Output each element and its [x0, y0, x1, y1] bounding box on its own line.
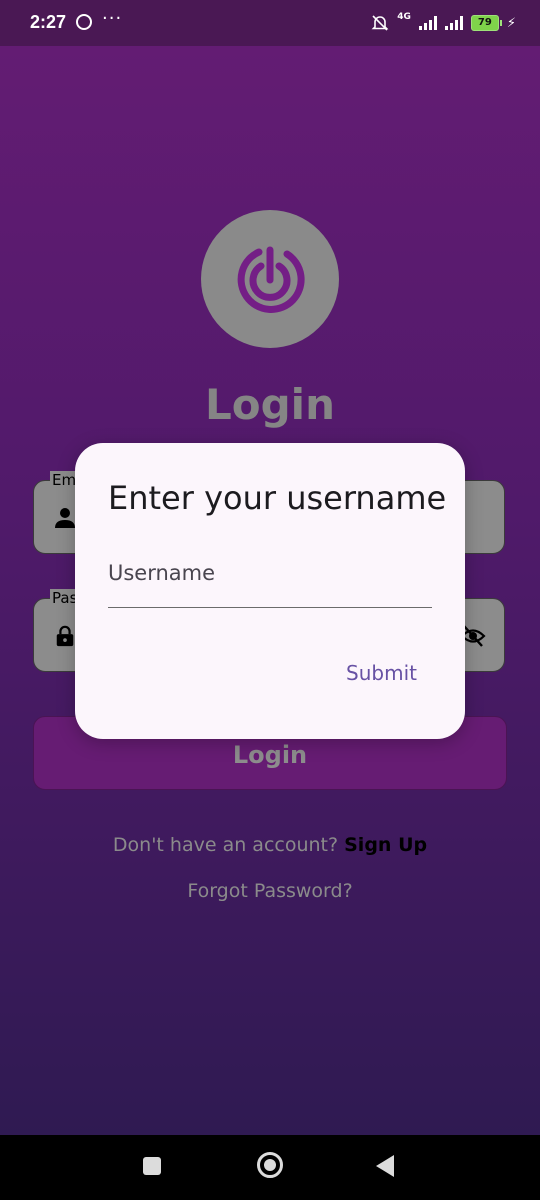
login-title: Login [205, 380, 335, 429]
sign-up-link[interactable]: Sign Up [344, 834, 427, 856]
person-icon [55, 508, 75, 528]
username-input[interactable]: Username [108, 547, 432, 608]
lock-icon [56, 625, 74, 647]
app-screen: 2:27 ··· 4G 79 ⚡ Login Em Pas Login Don'… [0, 0, 540, 1135]
app-logo [201, 210, 339, 348]
signup-prompt-row: Don't have an account? Sign Up [0, 834, 540, 856]
back-icon[interactable] [376, 1155, 394, 1177]
power-target-icon [237, 246, 305, 313]
dialog-title: Enter your username [108, 479, 447, 517]
signal-icon [418, 16, 437, 30]
status-bar: 2:27 ··· 4G 79 ⚡ [0, 0, 540, 46]
battery-level: 79 [470, 15, 502, 31]
recent-apps-icon[interactable] [143, 1157, 161, 1175]
submit-button[interactable]: Submit [346, 661, 417, 685]
username-dialog: Enter your username Username Submit [75, 443, 465, 739]
home-icon[interactable] [257, 1152, 283, 1178]
system-nav-bar [0, 1135, 540, 1200]
username-placeholder: Username [108, 561, 216, 585]
status-icons: 4G 79 ⚡ [371, 12, 516, 34]
signup-prompt-text: Don't have an account? [112, 834, 339, 856]
status-time: 2:27 [30, 12, 67, 32]
email-label: Em [50, 471, 79, 489]
network-type: 4G [397, 12, 411, 22]
bell-muted-icon [371, 15, 389, 31]
signal-icon-2 [444, 16, 463, 30]
whatsapp-icon [76, 14, 92, 30]
more-notifications-icon: ··· [102, 8, 123, 29]
forgot-password-link[interactable]: Forgot Password? [0, 880, 540, 902]
charging-icon: ⚡ [506, 15, 516, 31]
